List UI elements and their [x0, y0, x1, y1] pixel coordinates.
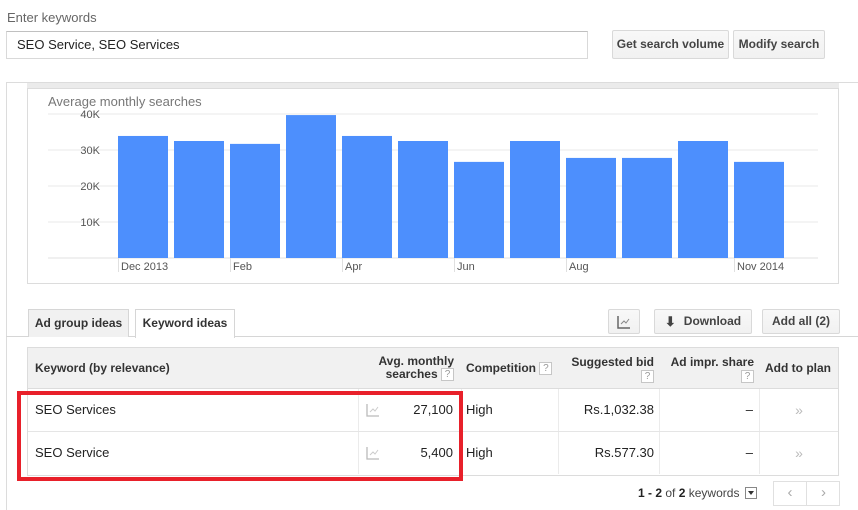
bar — [622, 157, 672, 258]
tab-ad-group-ideas[interactable]: Ad group ideas — [28, 309, 129, 337]
header-add-to-plan: Add to plan — [765, 361, 831, 375]
tab-keyword-ideas[interactable]: Keyword ideas — [135, 309, 235, 338]
bar-chart: 10K 20K 30K 40K Dec 2013 Feb Apr Jun Aug Nov 2014 — [48, 109, 818, 273]
chart-toggle-button[interactable] — [608, 309, 640, 334]
bar — [118, 135, 168, 258]
keyword-table: Keyword (by relevance) Avg. monthly sear… — [27, 347, 839, 476]
pager-of: of — [662, 486, 679, 500]
header-keyword[interactable]: Keyword (by relevance) — [35, 348, 170, 388]
pager-buttons: ‹ › — [773, 481, 840, 506]
column-divider — [461, 432, 462, 474]
header-competition-label: Competition — [466, 361, 536, 375]
keyword-cell: SEO Services — [35, 402, 116, 417]
rows-per-page-dropdown[interactable] — [745, 487, 758, 499]
keyword-cell: SEO Service — [35, 445, 110, 460]
bar — [454, 161, 504, 258]
pager-dash: - — [644, 486, 656, 500]
header-share-label: Ad impr. share — [670, 355, 754, 369]
header-avg-searches[interactable]: Avg. monthly searches ? — [358, 348, 454, 388]
y-tick-label: 30K — [80, 145, 100, 157]
header-avg-line2: searches — [385, 367, 438, 381]
ad-impr-share-cell: – — [745, 445, 753, 460]
line-chart-icon — [617, 316, 630, 329]
bar — [510, 141, 560, 258]
download-button[interactable]: ⬇ Download — [654, 309, 752, 334]
pager-start: 1 — [638, 486, 645, 500]
bar — [230, 143, 280, 258]
x-tick-label: Jun — [457, 261, 475, 273]
x-tick-label: Dec 2013 — [121, 261, 168, 273]
header-ad-impr-share[interactable]: Ad impr. share ? — [660, 348, 754, 388]
download-label: Download — [683, 314, 742, 328]
bar — [398, 141, 448, 258]
y-tick-label: 40K — [80, 109, 100, 121]
header-suggested-bid[interactable]: Suggested bid ? — [558, 348, 654, 388]
suggested-bid-cell: Rs.577.30 — [594, 445, 654, 460]
add-all-button[interactable]: Add all (2) — [762, 309, 840, 334]
bar — [566, 157, 616, 258]
help-icon[interactable]: ? — [539, 362, 553, 376]
help-icon[interactable]: ? — [641, 370, 654, 384]
suggested-bid-cell: Rs.1,032.38 — [583, 402, 654, 417]
competition-cell: High — [466, 402, 493, 417]
avg-searches-cell: 27,100 — [413, 402, 453, 417]
header-competition[interactable]: Competition ? — [466, 348, 553, 388]
download-icon: ⬇ — [664, 314, 676, 329]
x-tick-label: Aug — [569, 261, 589, 273]
x-tick-label: Apr — [345, 261, 362, 273]
table-row: SEO Service 5,400 High Rs.577.30 – » — [28, 432, 838, 475]
ad-impr-share-cell: – — [745, 402, 753, 417]
help-icon[interactable]: ? — [441, 368, 454, 382]
bar — [734, 161, 784, 258]
column-divider — [461, 389, 462, 431]
bar — [286, 115, 336, 258]
table-row: SEO Services 27,100 High Rs.1,032.38 – » — [28, 389, 838, 432]
header-keyword-label: Keyword (by relevance) — [35, 361, 170, 375]
x-tick-label: Nov 2014 — [737, 261, 784, 273]
header-bid-label: Suggested bid — [571, 355, 654, 369]
next-page-button[interactable]: › — [807, 482, 840, 505]
pager-unit: keywords — [685, 486, 740, 500]
y-tick-label: 10K — [80, 217, 100, 229]
bar — [342, 135, 392, 258]
bar — [678, 141, 728, 258]
previous-page-button[interactable]: ‹ — [774, 482, 807, 505]
competition-cell: High — [466, 445, 493, 460]
y-tick-label: 20K — [80, 181, 100, 193]
help-icon[interactable]: ? — [741, 370, 754, 384]
avg-searches-cell: 5,400 — [420, 445, 453, 460]
tab-bar-line — [6, 336, 858, 337]
table-header: Keyword (by relevance) Avg. monthly sear… — [28, 348, 838, 389]
add-to-plan-button[interactable]: » — [759, 432, 839, 474]
x-tick-label: Feb — [233, 261, 252, 273]
bar — [174, 141, 224, 258]
add-to-plan-button[interactable]: » — [759, 389, 839, 431]
pagination-summary: 1 - 2 of 2 keywords — [638, 486, 758, 500]
